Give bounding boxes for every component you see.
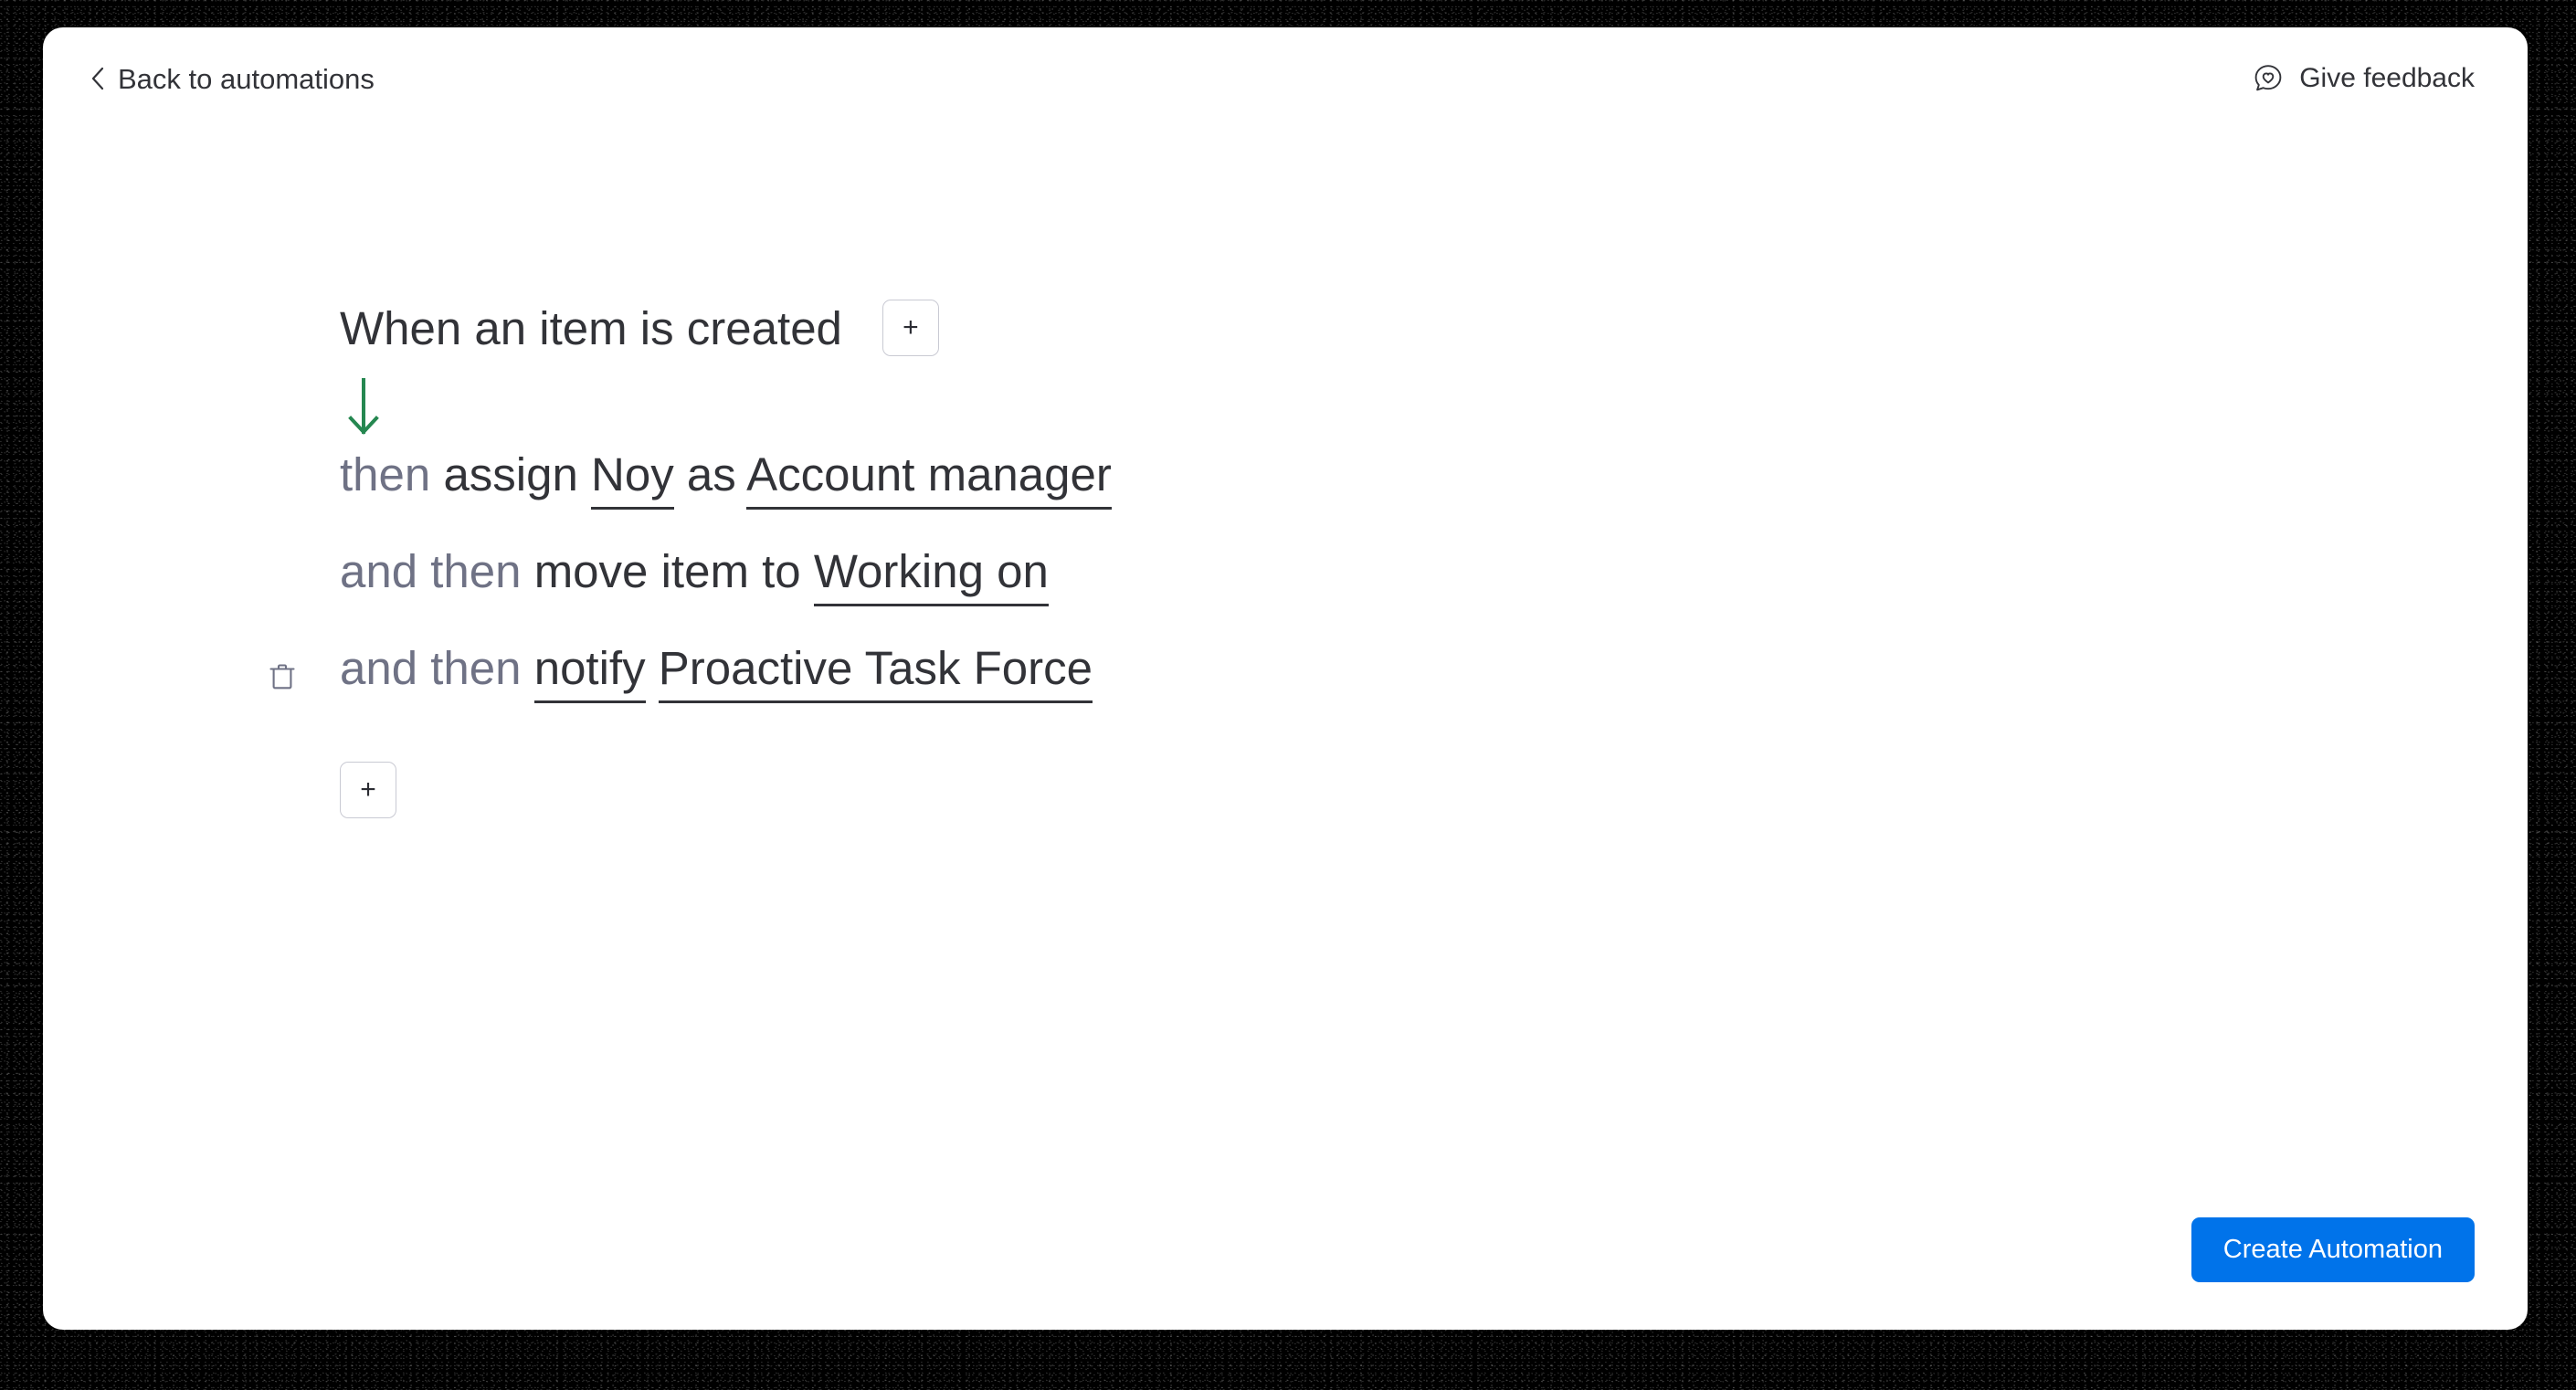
action-sentence: and then move item to Working on	[340, 545, 1049, 606]
automation-recipe: When an item is created + then assign No…	[269, 292, 2167, 818]
action-row: and then notify Proactive Task Force	[269, 642, 2167, 742]
action-static-token: as	[686, 448, 736, 500]
action-keyword-token: and then	[340, 642, 522, 694]
back-to-automations-link[interactable]: Back to automations	[90, 65, 375, 93]
modal-topbar: Back to automations Give feedback	[43, 27, 2528, 130]
modal-footer: Create Automation	[2191, 1217, 2475, 1282]
action-sentence: and then notify Proactive Task Force	[340, 642, 1093, 703]
speech-bubble-heart-icon	[2253, 63, 2284, 94]
give-feedback-label: Give feedback	[2299, 63, 2475, 93]
action-sentence: then assign Noy as Account manager	[340, 448, 1112, 510]
action-field-token[interactable]: Proactive Task Force	[658, 642, 1093, 703]
connector-row	[340, 363, 2167, 451]
add-condition-button[interactable]: +	[882, 300, 939, 356]
action-keyword-token: and then	[340, 545, 522, 597]
action-field-token[interactable]: Working on	[813, 545, 1049, 606]
plus-icon: +	[903, 312, 919, 342]
back-to-automations-label: Back to automations	[118, 62, 375, 95]
plus-icon: +	[360, 774, 376, 805]
add-action-row: +	[340, 762, 2167, 818]
give-feedback-link[interactable]: Give feedback	[2253, 63, 2475, 94]
action-static-token: move item to	[533, 545, 801, 597]
action-static-token: assign	[443, 448, 578, 500]
action-keyword-token: then	[340, 448, 431, 500]
create-automation-button[interactable]: Create Automation	[2191, 1217, 2475, 1282]
delete-action-button[interactable]	[267, 661, 298, 692]
automation-builder-modal: Back to automations Give feedback When a…	[43, 27, 2528, 1330]
add-action-button[interactable]: +	[340, 762, 396, 818]
action-field-token[interactable]: Account manager	[746, 448, 1112, 510]
action-field-token[interactable]: notify	[533, 642, 646, 703]
action-field-token[interactable]: Noy	[591, 448, 674, 510]
trigger-row: When an item is created +	[340, 292, 2167, 363]
chevron-left-icon	[90, 67, 105, 90]
action-row: then assign Noy as Account manager	[340, 448, 2167, 548]
trigger-text[interactable]: When an item is created	[340, 305, 842, 352]
action-list: then assign Noy as Account manager and th…	[269, 448, 2167, 742]
arrow-down-icon	[345, 377, 382, 437]
action-row: and then move item to Working on	[340, 545, 2167, 645]
trash-icon	[267, 661, 298, 692]
